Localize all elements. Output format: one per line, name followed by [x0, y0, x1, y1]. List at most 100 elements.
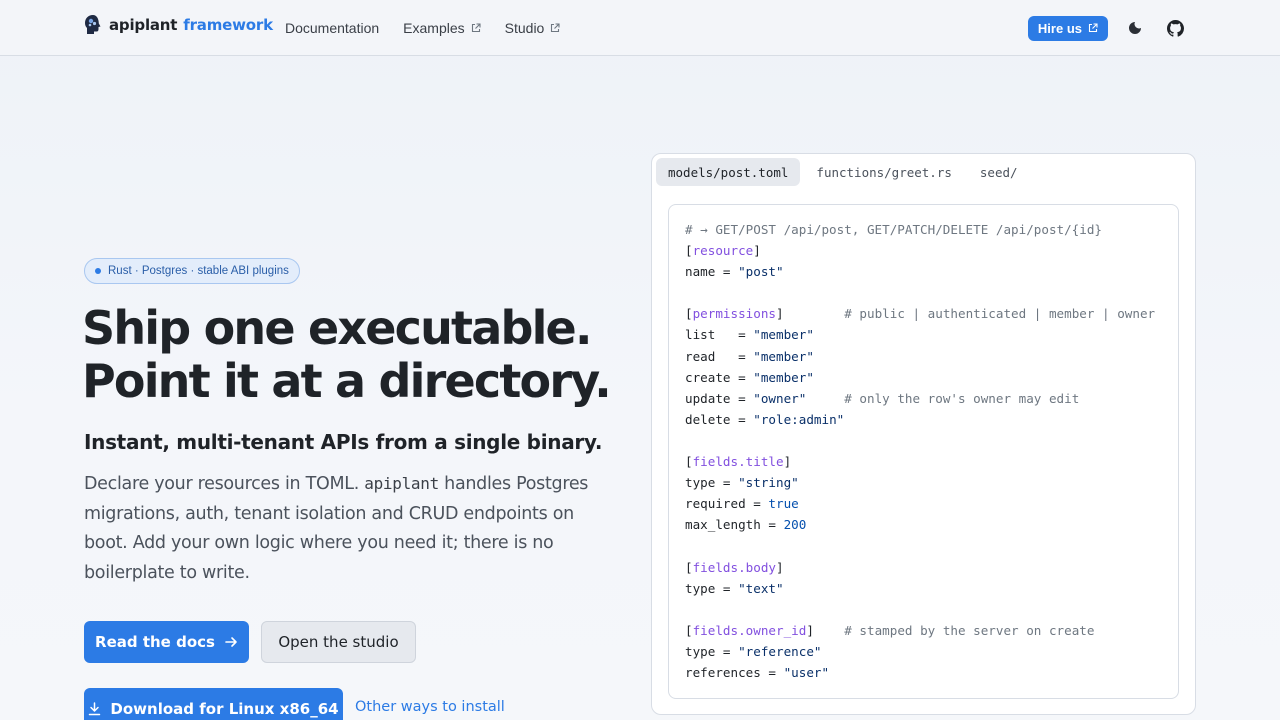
- code-token: [: [685, 559, 693, 575]
- code-token: fields.body: [692, 559, 776, 575]
- code-token: type =: [685, 580, 739, 596]
- code-token: "role:admin": [753, 411, 845, 427]
- nav-link-label: Examples: [403, 20, 465, 36]
- code-token: max_length =: [685, 517, 784, 533]
- code-token: ]: [753, 243, 761, 259]
- read-docs-button[interactable]: Read the docs: [84, 621, 249, 663]
- moon-icon: [1129, 22, 1141, 34]
- code-line: required = true: [685, 496, 799, 511]
- hero-badge: Rust · Postgres · stable ABI plugins: [84, 258, 300, 284]
- code-line: type = "string": [685, 475, 799, 490]
- open-studio-button[interactable]: Open the studio: [261, 621, 416, 663]
- brand-name: apiplant: [109, 16, 178, 34]
- nav-link-label: Studio: [504, 20, 545, 36]
- code-token: resource: [692, 243, 754, 259]
- read-docs-label: Read the docs: [95, 633, 215, 651]
- code-line: references = "user": [685, 665, 829, 680]
- code-token: required =: [685, 496, 769, 512]
- code-token: references =: [685, 664, 784, 680]
- hero-title-line-1: Ship one executable.: [82, 301, 592, 355]
- other-install-link[interactable]: Other ways to install: [355, 699, 505, 715]
- code-block: # → GET/POST /api/post, GET/PATCH/DELETE…: [685, 219, 1155, 683]
- code-token: [: [685, 622, 693, 638]
- brand[interactable]: apiplant framework: [84, 14, 273, 36]
- code-token: permissions: [692, 306, 776, 322]
- code-token: "owner": [753, 390, 807, 406]
- code-viewer: # → GET/POST /api/post, GET/PATCH/DELETE…: [668, 204, 1179, 699]
- code-line: [resource]: [685, 243, 761, 258]
- badge-dot: [95, 268, 101, 274]
- code-tabs: models/post.toml functions/greet.rs seed…: [656, 158, 1030, 186]
- code-line: max_length = 200: [685, 517, 806, 532]
- code-token: "post": [738, 264, 784, 280]
- code-token: "string": [738, 475, 799, 491]
- code-token: [: [685, 454, 693, 470]
- code-token: "user": [783, 664, 830, 680]
- nav-link-documentation[interactable]: Documentation: [285, 20, 379, 36]
- code-line: [fields.owner_id] # stamped by the serve…: [685, 623, 1094, 638]
- code-panel: models/post.toml functions/greet.rs seed…: [651, 153, 1196, 715]
- code-token: "reference": [738, 643, 822, 659]
- download-linux-label: Download for Linux x86_64: [110, 700, 339, 718]
- code-token: type =: [685, 475, 739, 491]
- code-token: "member": [753, 327, 814, 343]
- code-token: list =: [685, 327, 754, 343]
- code-line: [fields.title]: [685, 454, 791, 469]
- nav-actions: Hire us: [1027, 15, 1188, 41]
- code-token: create =: [685, 369, 754, 385]
- hero-subtitle: Instant, multi-tenant APIs from a single…: [84, 430, 603, 454]
- code-token: ]: [806, 622, 845, 638]
- github-icon: [1166, 19, 1184, 37]
- code-token: "member": [753, 369, 814, 385]
- code-token: type =: [685, 643, 739, 659]
- open-studio-label: Open the studio: [278, 633, 399, 651]
- tab-models-post-toml[interactable]: models/post.toml: [656, 158, 801, 186]
- code-token: fields.owner_id: [692, 622, 807, 638]
- code-line: create = "member": [685, 370, 814, 385]
- nav-link-label: Documentation: [285, 20, 380, 36]
- lead-text-before: Declare your resources in TOML.: [84, 474, 365, 494]
- download-icon: [89, 702, 101, 716]
- code-token: delete =: [685, 411, 754, 427]
- code-line: # → GET/POST /api/post, GET/PATCH/DELETE…: [685, 222, 1102, 237]
- code-token: 200: [783, 517, 807, 533]
- code-line: name = "post": [685, 264, 784, 279]
- code-token: name =: [685, 264, 739, 280]
- code-token: update =: [685, 390, 754, 406]
- code-token: ]: [783, 454, 792, 470]
- arrow-right-icon: [225, 637, 237, 647]
- code-line: type = "reference": [685, 644, 821, 659]
- external-link-icon: [471, 23, 481, 33]
- code-line: [fields.body]: [685, 560, 784, 575]
- brand-accent: framework: [183, 16, 273, 34]
- hire-us-button[interactable]: Hire us: [1027, 15, 1108, 41]
- hero-title: Ship one executable. Point it at a direc…: [82, 301, 612, 408]
- download-linux-button[interactable]: Download for Linux x86_64: [84, 688, 343, 720]
- code-token: "member": [753, 348, 814, 364]
- code-line: type = "text": [685, 581, 784, 596]
- nav-link-examples[interactable]: Examples: [403, 20, 481, 36]
- code-token: "text": [738, 580, 784, 596]
- nav-link-studio[interactable]: Studio: [505, 20, 561, 36]
- code-token: # only the row's owner may edit: [844, 390, 1080, 406]
- top-nav: apiplant framework Documentation Example…: [0, 0, 1280, 56]
- tab-functions-greet-rs[interactable]: functions/greet.rs: [804, 158, 963, 186]
- code-token: # → GET/POST /api/post, GET/PATCH/DELETE…: [685, 222, 1103, 237]
- github-link[interactable]: [1162, 15, 1188, 41]
- code-token: # stamped by the server on create: [844, 622, 1095, 638]
- code-token: # public | authenticated | member | owne…: [844, 306, 1156, 322]
- theme-toggle-button[interactable]: [1122, 15, 1148, 41]
- code-token: fields.title: [692, 454, 784, 470]
- nav-links: Documentation Examples Studio: [285, 0, 560, 56]
- code-line: read = "member": [685, 349, 814, 364]
- code-line: list = "member": [685, 327, 814, 342]
- code-token: ]: [776, 559, 784, 575]
- brain-head-logo-icon: [85, 15, 101, 34]
- code-line: delete = "role:admin": [685, 412, 844, 427]
- code-token: read =: [685, 348, 754, 364]
- hero-title-line-2: Point it at a directory.: [82, 354, 612, 408]
- hero-lead: Declare your resources in TOML. apiplant…: [84, 469, 604, 588]
- external-link-icon: [551, 23, 560, 33]
- tab-seed[interactable]: seed/: [968, 158, 1030, 186]
